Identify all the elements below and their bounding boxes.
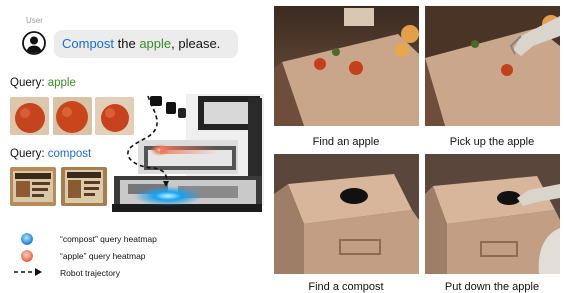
message-word-compost: Compost [62, 36, 115, 51]
query-term-compost: compost [47, 148, 92, 160]
legend-robot-trajectory: Robot trajectory [60, 268, 120, 278]
caption-find-compost: Find a compost [308, 281, 384, 293]
user-label: User [26, 16, 43, 25]
user-avatar-icon [22, 31, 46, 55]
query-apple: Query: apple [10, 77, 76, 89]
query-term-apple: apple [47, 77, 76, 89]
legend-apple-heatmap: “apple” query heatmap [60, 251, 146, 261]
caption-pick-up-apple: Pick up the apple [449, 136, 535, 148]
caption-put-down-apple: Put down the apple [444, 281, 540, 293]
apple-crop-image [53, 97, 92, 135]
compost-crop-image [61, 167, 107, 206]
semantic-map [108, 88, 268, 218]
apple-heatmap-legend-icon [21, 250, 33, 262]
photo-put-down-apple [425, 154, 560, 274]
message-word-the: the [114, 36, 140, 51]
photo-find-apple [274, 6, 419, 126]
photo-find-compost [274, 154, 419, 274]
user-message-bubble: Compost the apple, please. [54, 30, 238, 58]
query-compost: Query: compost [10, 148, 91, 160]
trajectory-arrow-icon [14, 268, 42, 276]
query-prefix: Query: [10, 148, 48, 160]
message-word-please: , please. [171, 36, 221, 51]
apple-crop-image [10, 97, 49, 135]
compost-crop-image [10, 167, 56, 206]
photo-pick-up-apple [425, 6, 560, 126]
query-prefix: Query: [10, 77, 48, 89]
compost-heatmap-legend-icon [21, 233, 33, 245]
caption-find-apple: Find an apple [312, 136, 380, 148]
message-word-apple: apple [139, 36, 172, 51]
legend-compost-heatmap: “compost” query heatmap [60, 234, 157, 244]
